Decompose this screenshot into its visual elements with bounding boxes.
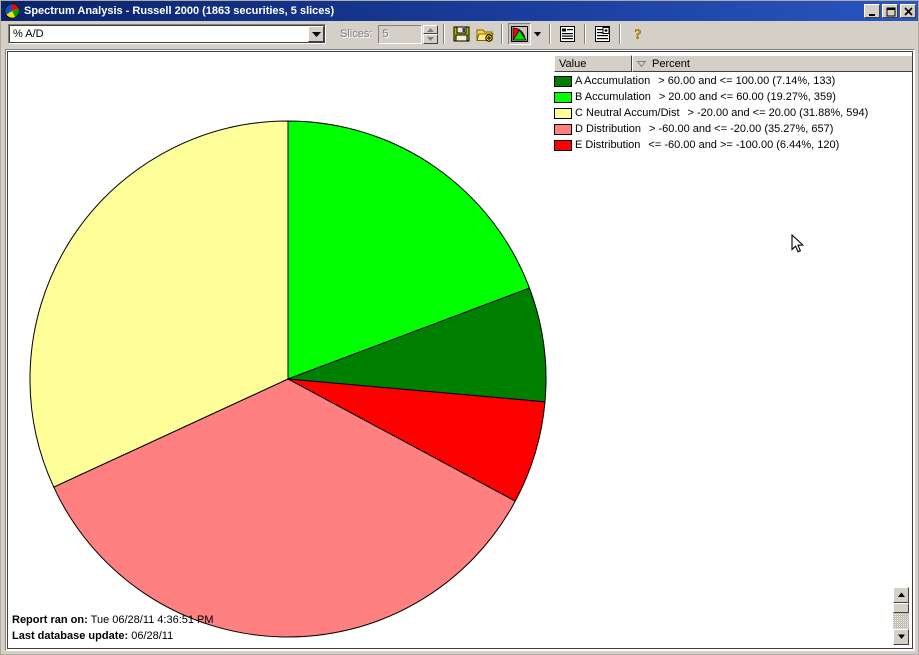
report-db-update-label: Last database update: (12, 630, 129, 642)
legend-color-swatch (554, 75, 572, 87)
toolbar-separator-4 (584, 24, 587, 44)
application-window: Spectrum Analysis - Russell 2000 (1863 s… (0, 0, 919, 655)
legend-column-percent-label: Percent (652, 57, 690, 70)
slices-input[interactable]: 5 (378, 24, 423, 44)
legend-item-label: D Distribution (575, 123, 642, 135)
toolbar-separator-5 (619, 24, 622, 44)
vertical-scrollbar[interactable] (893, 587, 909, 645)
legend-item-range: > -60.00 and <= -20.00 (35.27%, 657) (649, 123, 834, 135)
legend-row[interactable]: A Accumulation > 60.00 and <= 100.00 (7.1… (554, 73, 912, 89)
toolbar: % A/D Slices: 5 ? (1, 21, 918, 47)
report-canvas: Value Percent A Accumulation > 60.00 and … (7, 51, 913, 649)
report-db-update-value: 06/28/11 (131, 630, 174, 642)
toolbar-separator-2 (501, 24, 504, 44)
legend-item-range: <= -60.00 and >= -100.00 (6.44%, 120) (648, 139, 840, 151)
toolbar-separator-3 (549, 24, 552, 44)
list-view-button[interactable] (556, 23, 579, 45)
legend-column-percent[interactable]: Percent (632, 55, 912, 72)
legend-color-swatch (554, 123, 572, 135)
close-button[interactable] (900, 4, 916, 18)
legend-panel: Value Percent A Accumulation > 60.00 and … (551, 52, 912, 648)
descending-triangle-icon (637, 60, 646, 67)
legend-color-swatch (554, 91, 572, 103)
legend-header: Value Percent (554, 55, 912, 72)
field-select[interactable]: % A/D (8, 24, 326, 44)
legend-row[interactable]: B Accumulation > 20.00 and <= 60.00 (19.2… (554, 89, 912, 105)
legend-column-value-label: Value (559, 57, 587, 70)
svg-text:?: ? (634, 27, 642, 42)
chart-type-dropdown[interactable] (531, 23, 544, 45)
slices-decrement-button[interactable] (423, 34, 439, 44)
title-bar: Spectrum Analysis - Russell 2000 (1863 s… (1, 1, 918, 21)
legend-item-label: A Accumulation (575, 75, 651, 87)
slices-value: 5 (382, 28, 389, 40)
detail-view-button[interactable] (591, 23, 614, 45)
legend-item-range: > 60.00 and <= 100.00 (7.14%, 133) (658, 75, 836, 87)
client-area: Value Percent A Accumulation > 60.00 and … (5, 49, 915, 651)
save-button[interactable] (450, 23, 473, 45)
slices-increment-button[interactable] (423, 24, 439, 34)
report-db-update-line: Last database update: 06/28/11 (12, 628, 214, 644)
legend-item-label: C Neutral Accum/Dist (575, 107, 680, 119)
pie-chart-app-icon (4, 3, 20, 19)
report-ran-on-label: Report ran on: (12, 614, 88, 626)
legend-row[interactable]: D Distribution > -60.00 and <= -20.00 (35… (554, 121, 912, 137)
report-ran-on-value: Tue 06/28/11 4:36:51 PM (90, 614, 214, 626)
slices-stepper[interactable] (423, 24, 439, 44)
legend-item-label: B Accumulation (575, 91, 651, 103)
report-footer: Report ran on: Tue 06/28/11 4:36:51 PM L… (12, 612, 214, 644)
open-button[interactable] (473, 23, 496, 45)
legend-color-swatch (554, 107, 572, 119)
window-title: Spectrum Analysis - Russell 2000 (1863 s… (24, 5, 335, 17)
pie-chart (8, 52, 553, 648)
legend-rows: A Accumulation > 60.00 and <= 100.00 (7.1… (554, 73, 912, 153)
legend-item-range: > 20.00 and <= 60.00 (19.27%, 359) (658, 91, 836, 103)
scroll-up-button[interactable] (893, 587, 909, 603)
field-select-value: % A/D (13, 28, 44, 40)
scrollbar-thumb[interactable] (893, 603, 909, 613)
legend-row[interactable]: E Distribution <= -60.00 and >= -100.00 (… (554, 137, 912, 153)
report-ran-on-line: Report ran on: Tue 06/28/11 4:36:51 PM (12, 612, 214, 628)
legend-color-swatch (554, 139, 572, 151)
legend-item-range: > -20.00 and <= 20.00 (31.88%, 594) (687, 107, 869, 119)
toolbar-separator-1 (443, 24, 446, 44)
maximize-button[interactable] (882, 4, 898, 18)
slices-label: Slices: (340, 28, 373, 40)
legend-item-label: E Distribution (575, 139, 641, 151)
minimize-button[interactable] (864, 4, 880, 18)
legend-column-value[interactable]: Value (554, 55, 632, 72)
scroll-down-button[interactable] (893, 629, 909, 645)
scrollbar-track[interactable] (893, 603, 909, 629)
chart-type-button[interactable] (508, 23, 532, 45)
help-button[interactable]: ? (626, 23, 649, 45)
legend-row[interactable]: C Neutral Accum/Dist > -20.00 and <= 20.0… (554, 105, 912, 121)
chevron-down-icon[interactable] (308, 26, 324, 42)
